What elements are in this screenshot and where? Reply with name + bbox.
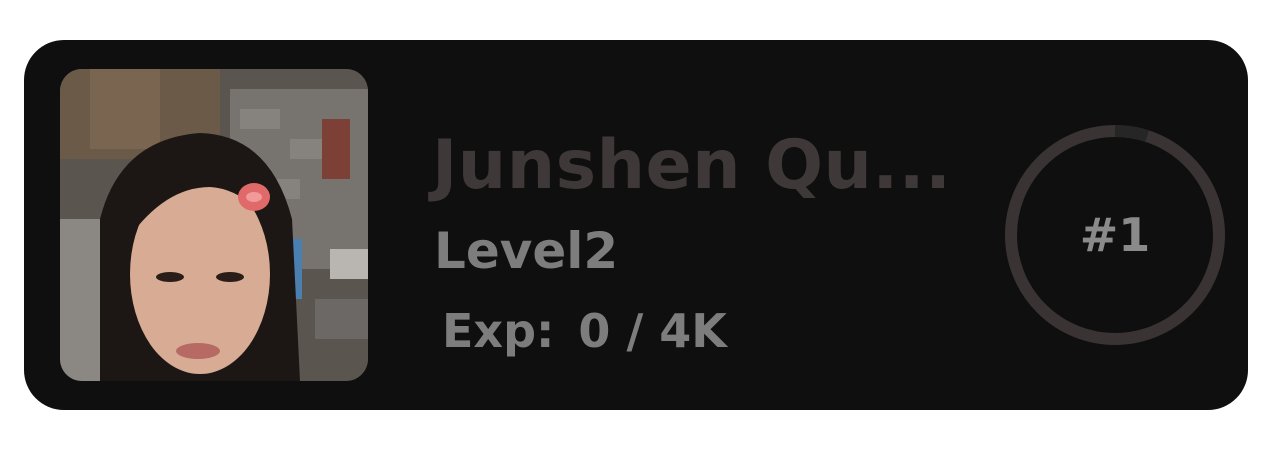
username: Junshen Qu... xyxy=(432,126,952,205)
exp-row: Exp: 0 / 4K xyxy=(442,308,727,354)
avatar-photo xyxy=(60,69,368,381)
exp-label: Exp: xyxy=(442,304,555,358)
exp-value: 0 / 4K xyxy=(578,304,727,358)
level-text: Level2 xyxy=(434,222,619,280)
rank-badge: #1 xyxy=(1079,208,1151,262)
rank-ring: #1 xyxy=(1004,124,1226,346)
profile-card: Junshen Qu... Level2 Exp: 0 / 4K #1 xyxy=(24,40,1248,410)
avatar[interactable] xyxy=(60,69,368,381)
